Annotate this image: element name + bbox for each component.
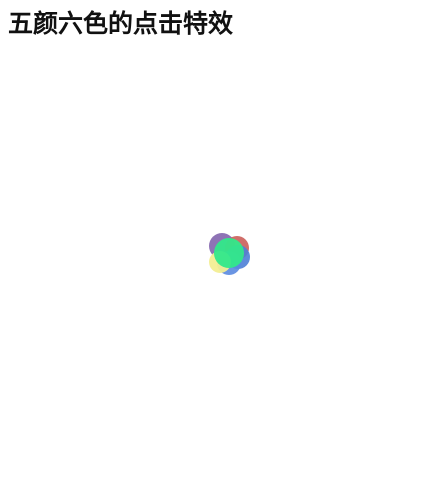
click-area[interactable] — [0, 0, 428, 480]
particle-red — [225, 236, 249, 260]
particle-blue-1 — [226, 245, 250, 269]
particle-purple — [209, 233, 235, 259]
particle-green — [214, 238, 244, 268]
click-effect-burst — [209, 233, 250, 275]
particle-blue-2 — [217, 251, 241, 275]
particle-yellow — [209, 251, 231, 273]
